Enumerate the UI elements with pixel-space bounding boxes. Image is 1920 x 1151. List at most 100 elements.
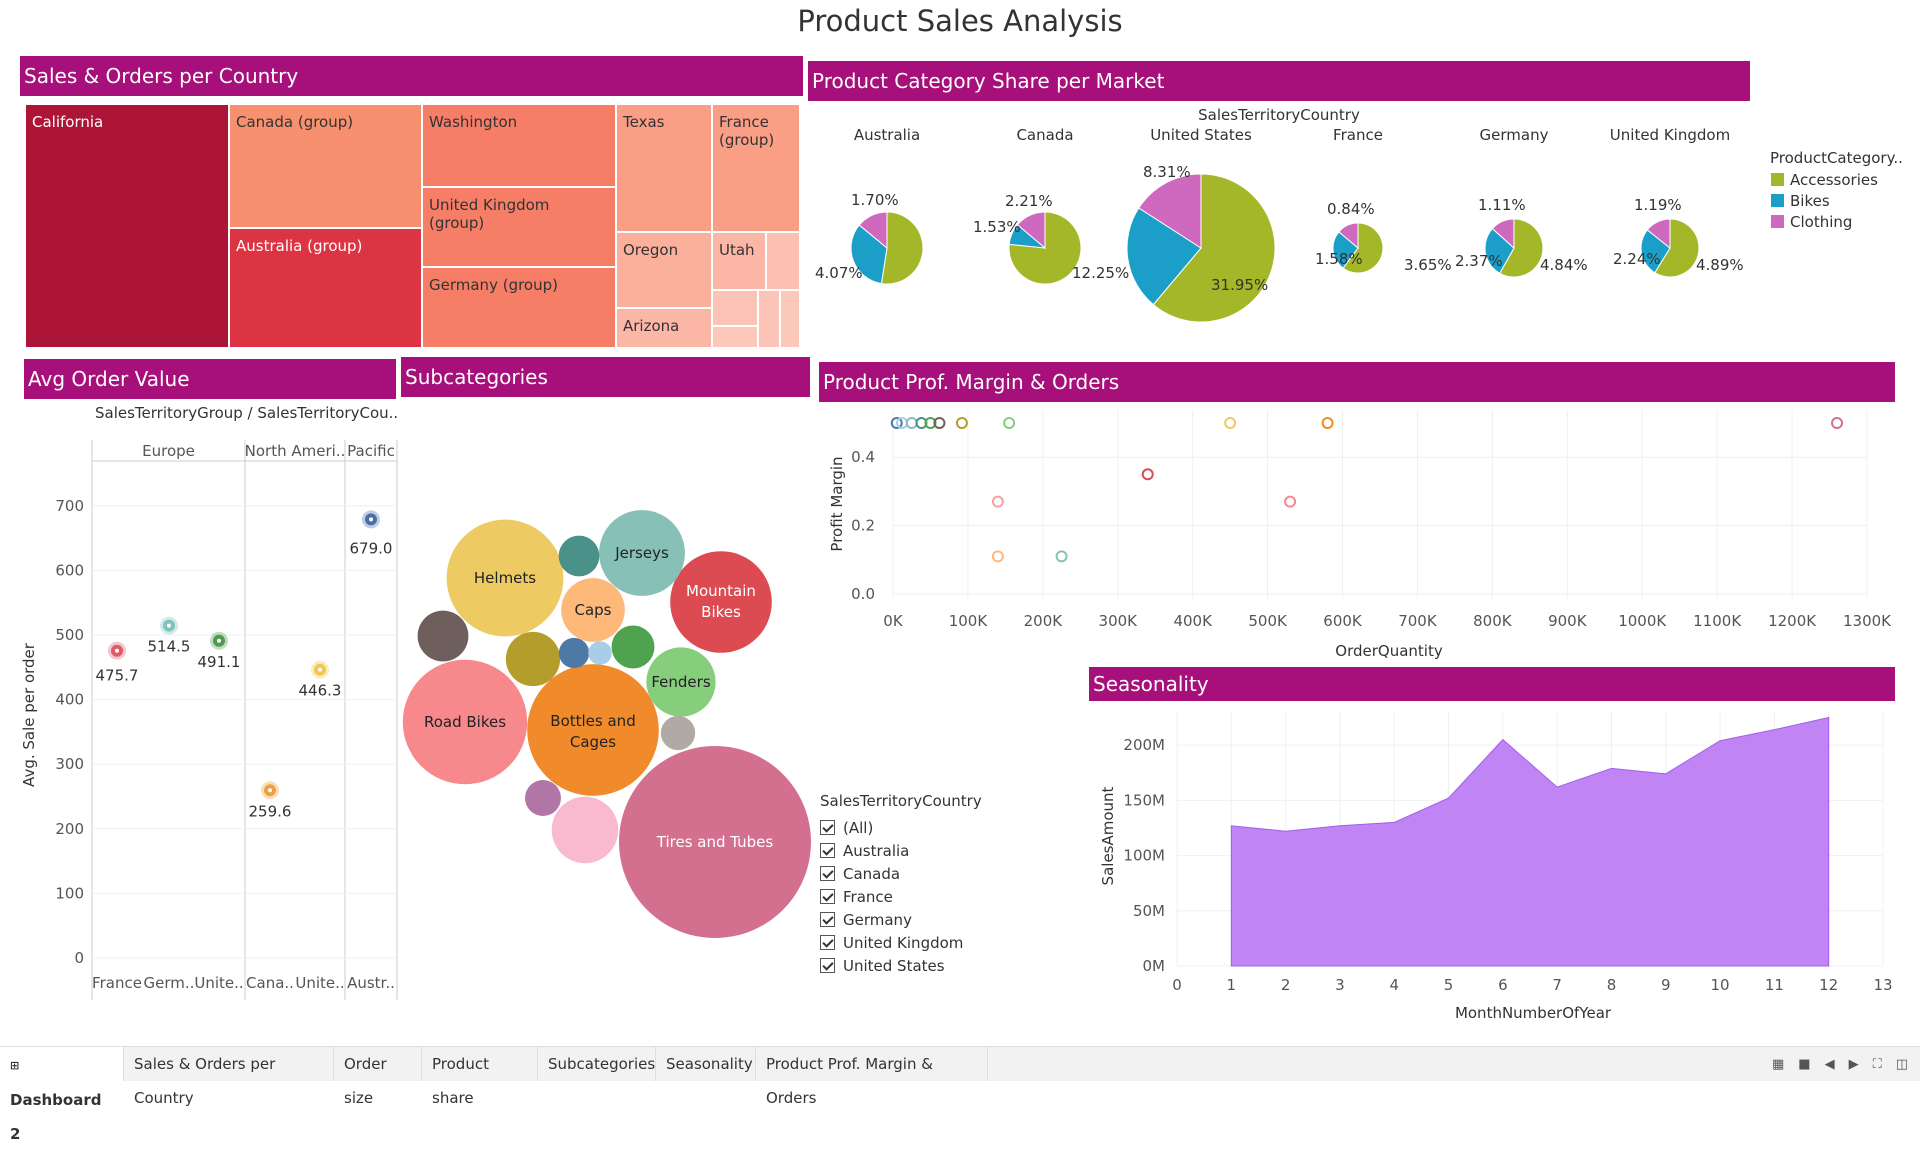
filter-item-france[interactable]: France: [820, 885, 982, 908]
filter-label: Germany: [843, 910, 912, 929]
prev-icon[interactable]: ◀: [1825, 1057, 1835, 1072]
filter-item-canada[interactable]: Canada: [820, 862, 982, 885]
pie-percent-label: 8.31%: [1143, 163, 1191, 181]
checkbox-icon[interactable]: [820, 866, 835, 881]
treemap-cell-small[interactable]: [758, 290, 780, 348]
filter-item-united-states[interactable]: United States: [820, 954, 982, 977]
pie-percent-label: 2.24%: [1613, 250, 1661, 268]
treemap-cell-small[interactable]: [766, 232, 800, 290]
pie-percent-label: 3.65%: [1404, 256, 1452, 274]
x-tick-label: 700K: [1398, 612, 1438, 630]
treemap-cell-small[interactable]: [712, 326, 758, 348]
treemap-cell-arizona[interactable]: Arizona: [616, 308, 712, 348]
treemap-cell-france[interactable]: France (group): [712, 104, 800, 232]
treemap-cell-california[interactable]: California: [25, 104, 229, 348]
pie-percent-label: 4.07%: [815, 264, 863, 282]
treemap-cell-oregon[interactable]: Oregon: [616, 232, 712, 308]
tab-subcategories[interactable]: Subcategories: [538, 1047, 656, 1081]
avg-data-label: 475.7: [96, 667, 139, 685]
treemap-cell-canada[interactable]: Canada (group): [229, 104, 422, 228]
fullscreen-icon[interactable]: ⛶: [1873, 1057, 1882, 1072]
treemap-cell-small[interactable]: [780, 290, 800, 348]
x-tick-label: 1300K: [1843, 612, 1892, 630]
scatter-point: [905, 417, 918, 429]
x-tick-label: 1200K: [1768, 612, 1817, 630]
pie-percent-label: 1.11%: [1478, 196, 1526, 214]
pie-market-label: United States: [1150, 126, 1252, 144]
tab-profit-margin[interactable]: Product Prof. Margin & Orders: [756, 1047, 988, 1107]
filter-item-australia[interactable]: Australia: [820, 839, 982, 862]
single-view-icon[interactable]: ■: [1798, 1057, 1810, 1072]
present-icon[interactable]: ◫: [1896, 1057, 1908, 1072]
filter-label: Canada: [843, 864, 901, 883]
treemap-cell-small[interactable]: [712, 290, 758, 326]
tab-seasonality[interactable]: Seasonality: [656, 1047, 756, 1081]
avg-header-text: SalesTerritoryGroup / SalesTerritoryCou.…: [95, 404, 398, 422]
bubble-label: Fenders: [651, 673, 710, 691]
treemap-cell-australia[interactable]: Australia (group): [229, 228, 422, 348]
y-tick-label: 100: [55, 884, 84, 902]
bubble-label: Bikes: [701, 603, 741, 621]
x-tick-label: 200K: [1024, 612, 1064, 630]
legend-swatch: [1771, 173, 1784, 186]
profit-margin-header: Product Prof. Margin & Orders: [819, 362, 1895, 402]
y-tick-label: 0M: [1143, 957, 1166, 975]
bubble-label: Bottles and: [550, 712, 635, 730]
scatter-point: [955, 417, 968, 429]
tab-label: Dashboard 2: [10, 1091, 102, 1143]
x-tick-label: 600K: [1323, 612, 1363, 630]
filter-label: (All): [843, 818, 874, 837]
tab-dashboard-2[interactable]: ⊞ Dashboard 2: [0, 1047, 124, 1143]
y-tick-label: 600: [55, 561, 84, 579]
x-tick-label: 0K: [883, 612, 904, 630]
bubble-label: Cages: [570, 733, 616, 751]
pie-percent-label: 31.95%: [1211, 276, 1268, 294]
tab-sales-orders[interactable]: Sales & Orders per Country: [124, 1047, 334, 1107]
x-tick-label: 500K: [1248, 612, 1288, 630]
x-tick-label: 100K: [949, 612, 989, 630]
filter-item-united-kingdom[interactable]: United Kingdom: [820, 931, 982, 954]
filter-item-germany[interactable]: Germany: [820, 908, 982, 931]
checkbox-icon[interactable]: [820, 958, 835, 973]
treemap-cell-germany[interactable]: Germany (group): [422, 267, 616, 348]
avg-order-chart: SalesTerritoryGroup / SalesTerritoryCou.…: [20, 404, 398, 1000]
treemap-cell-washington[interactable]: Washington: [422, 104, 616, 187]
scatter-point: [1321, 417, 1334, 429]
y-tick-label: 500: [55, 626, 84, 644]
filter-title: SalesTerritoryCountry: [820, 792, 982, 810]
treemap-header: Sales & Orders per Country: [20, 56, 803, 96]
x-tick-label: 9: [1661, 976, 1671, 994]
filter-item-all[interactable]: (All): [820, 816, 982, 839]
x-tick-label: 2: [1281, 976, 1291, 994]
checkbox-icon[interactable]: [820, 935, 835, 950]
pie-percent-label: 4.84%: [1540, 256, 1588, 274]
checkbox-icon[interactable]: [820, 889, 835, 904]
bubble-label: Caps: [574, 601, 611, 619]
y-tick-label: 0.0: [851, 585, 875, 603]
category-share-pie-chart: SalesTerritoryCountryAustralia1.70%6.37%…: [815, 106, 1903, 323]
treemap-cell-united-kingdom[interactable]: United Kingdom (group): [422, 187, 616, 267]
pie-legend-title: ProductCategory..: [1770, 149, 1903, 167]
tab-order-size[interactable]: Order size: [334, 1047, 422, 1107]
checkbox-icon[interactable]: [820, 912, 835, 927]
avg-point-center: [167, 623, 171, 628]
y-tick-label: 0.2: [851, 517, 875, 535]
avg-data-label: 491.1: [198, 653, 241, 671]
x-tick-label: 12: [1819, 976, 1838, 994]
avg-group-label: Europe: [142, 442, 195, 460]
x-category-label: Cana..: [246, 974, 294, 992]
treemap-cell-texas[interactable]: Texas: [616, 104, 712, 232]
pie-market-label: United Kingdom: [1610, 126, 1730, 144]
next-icon[interactable]: ▶: [1849, 1057, 1859, 1072]
grid-view-icon[interactable]: ▦: [1772, 1057, 1784, 1072]
checkbox-icon[interactable]: [820, 843, 835, 858]
legend-swatch: [1771, 194, 1784, 207]
x-tick-label: 3: [1335, 976, 1345, 994]
seasonality-area-chart: 0 1 2 3 4 5 6 7 8 9 10 11 12 130M50M100M150M200MMonth…: [1099, 712, 1893, 1022]
subcategory-bubble: [588, 641, 612, 665]
tab-product-share[interactable]: Product share: [422, 1047, 538, 1107]
x-tick-label: 900K: [1548, 612, 1588, 630]
checkbox-icon[interactable]: [820, 820, 835, 835]
treemap-cell-utah[interactable]: Utah: [712, 232, 766, 290]
sheet-tabs: ⊞ Dashboard 2 Sales & Orders per Country…: [0, 1046, 1920, 1143]
